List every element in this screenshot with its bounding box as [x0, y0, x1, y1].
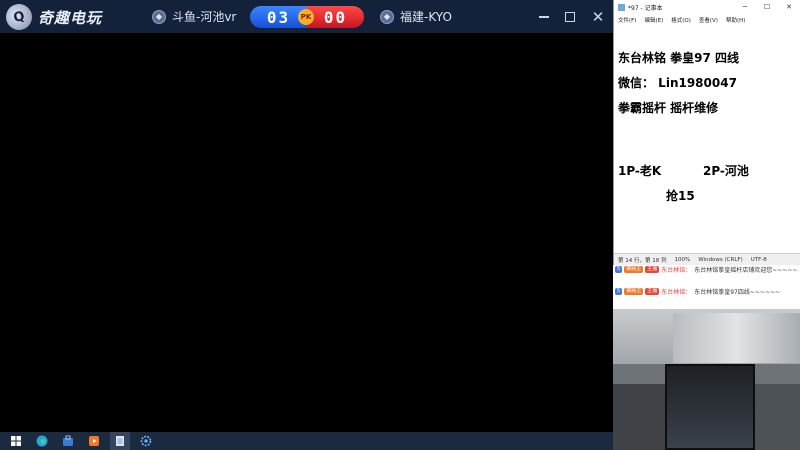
fan-badge: 御殿主 [624, 288, 644, 295]
menu-view[interactable]: 查看(V) [699, 16, 718, 24]
chat-message: 5 御殿主 主播 东台林铭： 东台林铭拳皇摇杆店铺欢迎您~~~~~ [615, 265, 797, 274]
store-icon [63, 435, 73, 446]
player2-label: ◆ 福建-KYO [380, 8, 452, 25]
level-badge: 5 [615, 266, 623, 273]
game-client-window: Q 奇趣电玩 ◆ 斗鱼-河池vr 03 00 PK ◆ 福建-KYO ✕ [0, 0, 613, 432]
status-zoom: 100% [674, 256, 691, 263]
chat-message: 5 御殿主 主播 东台林铭： 东台林铭拳皇97四线~~~~~~ [615, 287, 780, 296]
scoreboard: 03 00 PK [250, 6, 364, 28]
windows-start-icon [11, 436, 21, 446]
edge-browser-icon [36, 435, 48, 447]
taskbar [0, 432, 613, 450]
fan-badge: 御殿主 [624, 266, 644, 273]
start-button[interactable] [6, 432, 26, 450]
webcam-feed [613, 309, 800, 450]
player1-label: ◆ 斗鱼-河池vr [152, 8, 236, 25]
maximize-button[interactable] [561, 8, 579, 26]
settings-icon [140, 435, 152, 447]
media-player-icon [89, 436, 99, 446]
taskbar-media[interactable] [84, 432, 104, 450]
notepad-window-controls: ─ ☐ ✕ [734, 0, 800, 14]
level-badge: 5 [615, 288, 623, 295]
status-line-ending: Windows (CRLF) [698, 256, 743, 263]
status-cursor-position: 第 14 行，第 18 列 [618, 257, 667, 264]
webcam-monitor [665, 364, 755, 450]
notepad-line: 微信： Lin1980047 [618, 76, 737, 90]
role-badge: 主播 [645, 266, 660, 273]
app-logo-icon: Q [3, 1, 35, 33]
app-logo: Q 奇趣电玩 [3, 1, 116, 33]
status-encoding: UTF-8 [750, 256, 767, 263]
minimize-icon [539, 16, 549, 18]
notepad-statusbar: 第 14 行，第 18 列 100% Windows (CRLF) UTF-8 [614, 253, 800, 265]
danmaku-chat-panel: 5 御殿主 主播 东台林铭： 东台林铭拳皇摇杆店铺欢迎您~~~~~ 5 御殿主 … [613, 265, 800, 309]
notepad-line: 1P-老K 2P-河池 [618, 164, 749, 178]
notepad-maximize-button[interactable]: ☐ [756, 0, 778, 14]
menu-format[interactable]: 格式(O) [671, 16, 691, 24]
screen: Q 奇趣电玩 ◆ 斗鱼-河池vr 03 00 PK ◆ 福建-KYO ✕ *97… [0, 0, 800, 450]
close-button[interactable]: ✕ [589, 8, 607, 26]
notepad-minimize-button[interactable]: ─ [734, 0, 756, 14]
chat-username[interactable]: 东台林铭： [661, 287, 691, 296]
player2-rank-icon: ◆ [380, 9, 394, 24]
notepad-line: 拳霸摇杆 摇杆维修 [618, 101, 719, 115]
chat-text: 东台林铭拳皇97四线~~~~~~ [694, 289, 781, 296]
player1-rank-icon: ◆ [152, 9, 166, 24]
menu-edit[interactable]: 编辑(E) [644, 16, 663, 24]
minimize-button[interactable] [535, 8, 553, 26]
app-logo-text: 奇趣电玩 [38, 8, 103, 27]
player2-score: 00 [307, 6, 364, 28]
notepad-close-button[interactable]: ✕ [778, 0, 800, 14]
pk-badge: PK [298, 9, 314, 25]
player1-name: 斗鱼-河池vr [172, 10, 237, 24]
taskbar-settings[interactable] [136, 432, 156, 450]
notepad-menubar: 文件(F) 编辑(E) 格式(O) 查看(V) 帮助(H) [614, 14, 800, 26]
notepad-title: *97 - 记事本 [628, 4, 663, 12]
role-badge: 主播 [645, 288, 660, 295]
notepad-line: 东台林铭 拳皇97 四线 [618, 51, 740, 65]
close-icon: ✕ [591, 8, 605, 26]
notepad-text-area[interactable]: 东台林铭 拳皇97 四线 微信： Lin1980047 拳霸摇杆 摇杆维修 1P… [614, 27, 800, 253]
chat-text: 东台林铭拳皇摇杆店铺欢迎您~~~~~ [694, 267, 798, 274]
player2-name: 福建-KYO [400, 10, 452, 24]
taskbar-notepad[interactable] [110, 432, 130, 450]
notepad-app-icon [618, 3, 625, 11]
game-viewport[interactable] [0, 33, 613, 432]
notepad-window: *97 - 记事本 ─ ☐ ✕ 文件(F) 编辑(E) 格式(O) 查看(V) … [613, 0, 800, 265]
chat-username[interactable]: 东台林铭： [661, 265, 691, 274]
menu-help[interactable]: 帮助(H) [726, 16, 745, 24]
notepad-line: 抢15 [666, 189, 695, 203]
taskbar-store[interactable] [58, 432, 78, 450]
notepad-icon [116, 436, 124, 446]
menu-file[interactable]: 文件(F) [618, 16, 636, 24]
maximize-icon [565, 12, 575, 22]
taskbar-edge[interactable] [32, 432, 52, 450]
game-titlebar: Q 奇趣电玩 ◆ 斗鱼-河池vr 03 00 PK ◆ 福建-KYO ✕ [0, 0, 613, 33]
